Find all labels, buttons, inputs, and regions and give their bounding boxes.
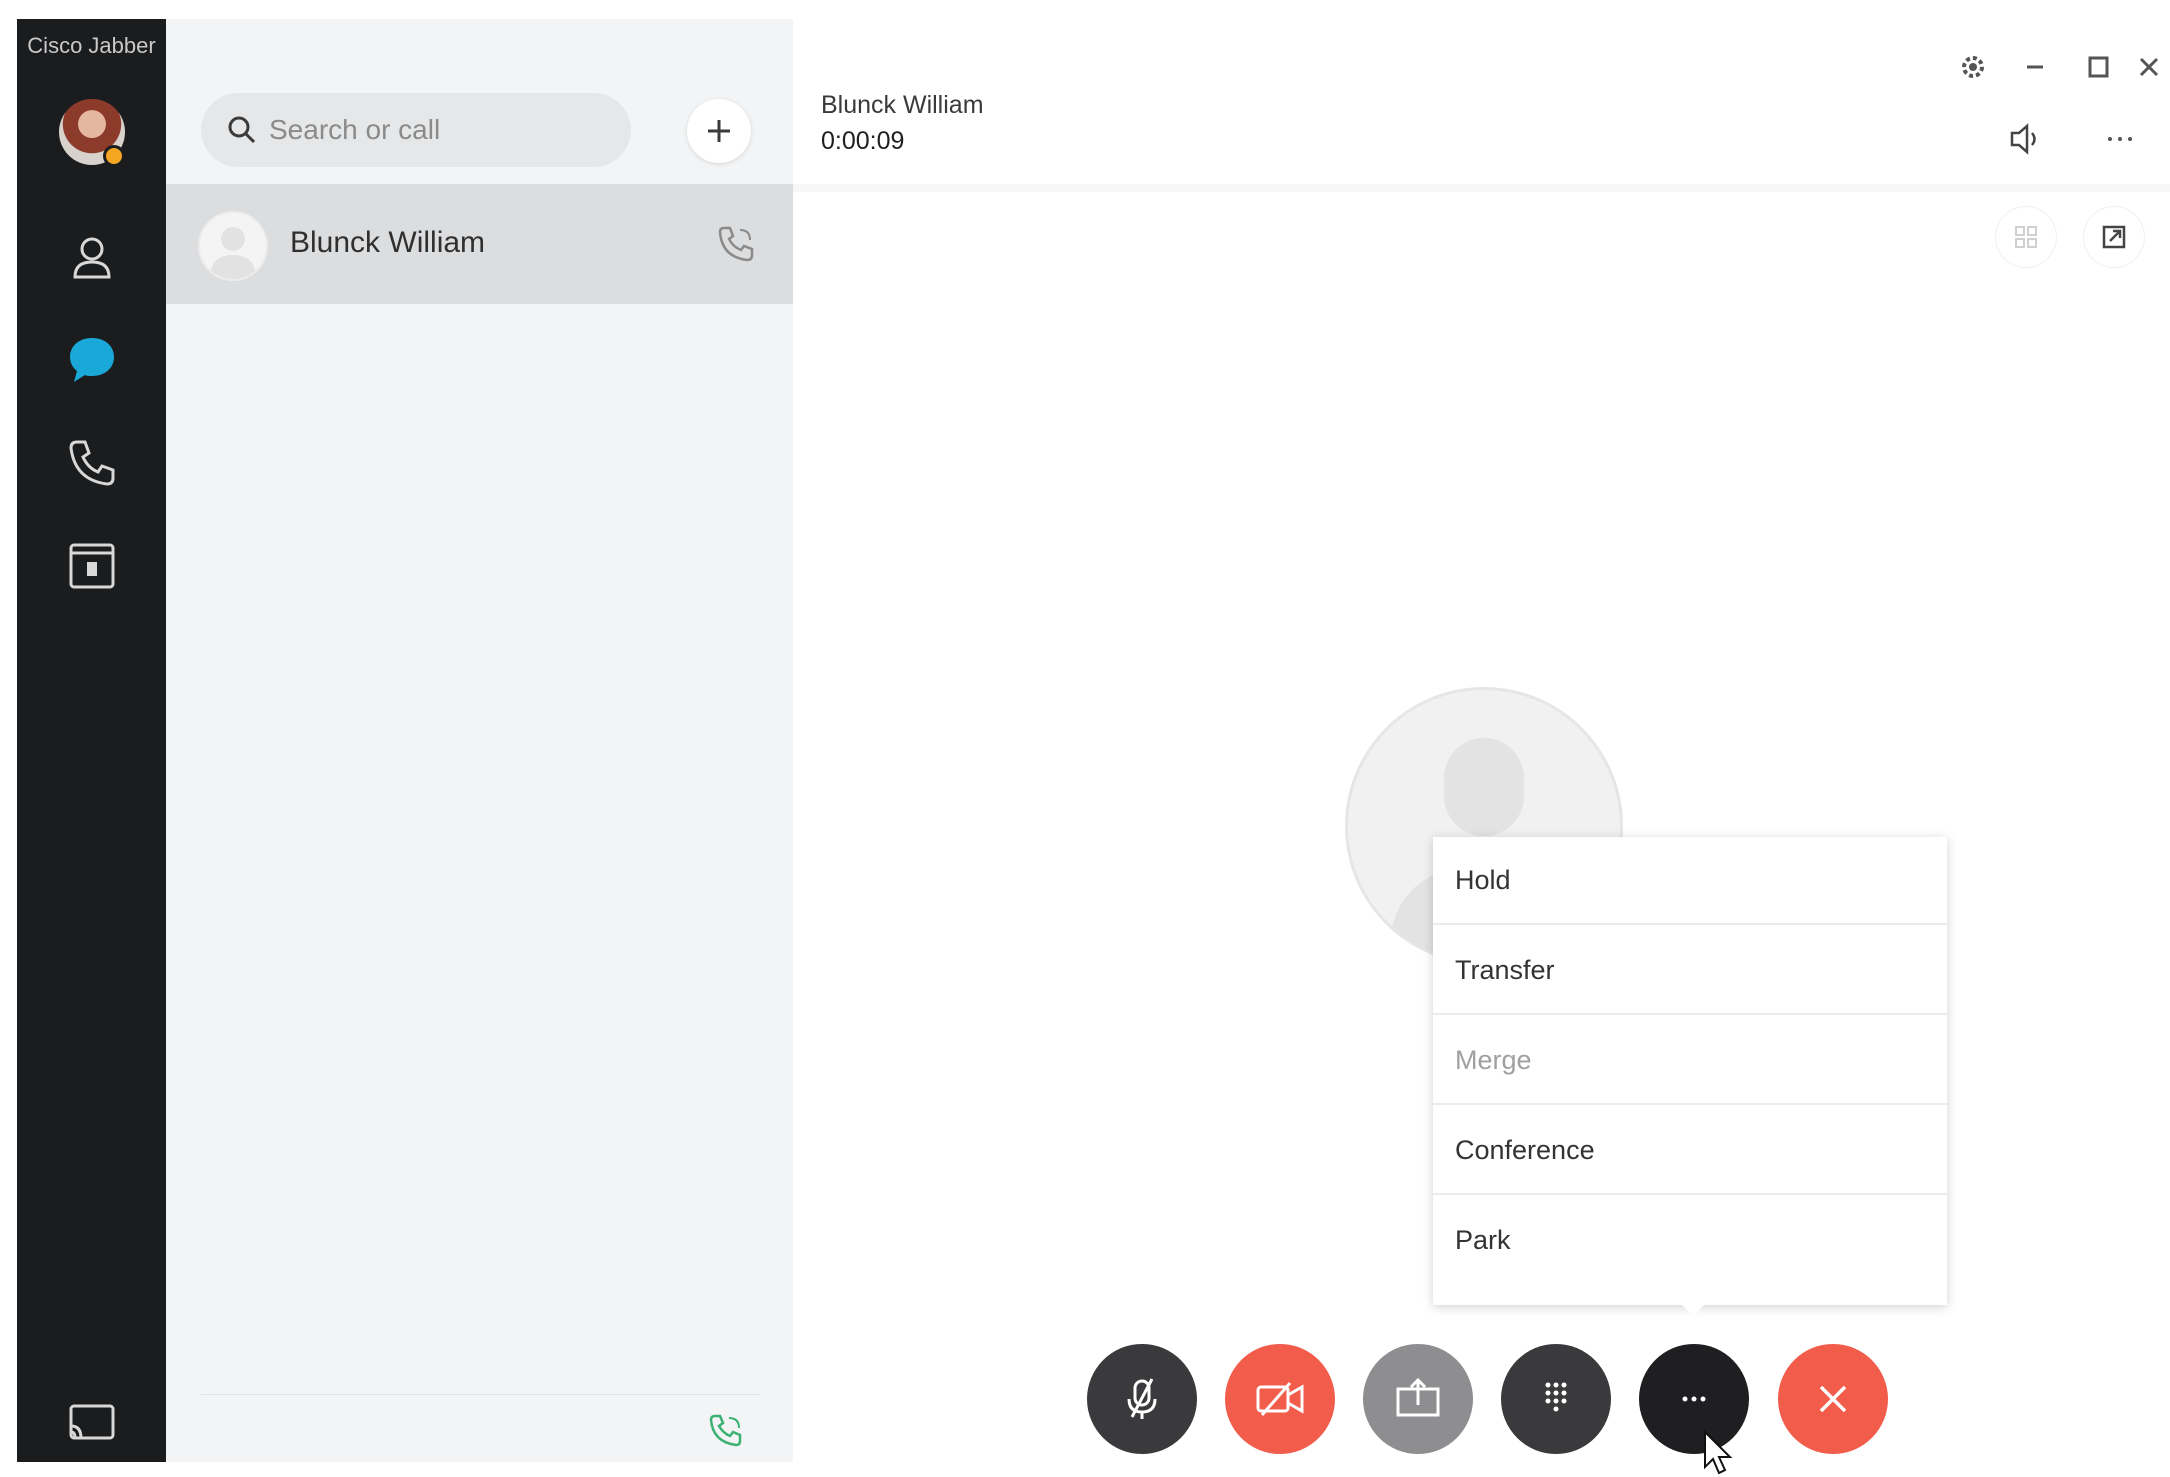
plus-icon	[708, 120, 730, 142]
menu-pointer	[1681, 1304, 1705, 1316]
menu-item-label: Hold	[1455, 865, 1511, 895]
menu-item-label: Merge	[1455, 1045, 1532, 1075]
navigation-rail: Cisco Jabber	[17, 19, 166, 1462]
call-window: Blunck William 0:00:09 Hold Transfer Mer…	[793, 19, 2170, 1475]
mute-button[interactable]	[1087, 1344, 1197, 1454]
call-options-menu: Hold Transfer Merge Conference Park	[1433, 837, 1947, 1305]
menu-item-label: Conference	[1455, 1135, 1595, 1165]
close-icon[interactable]	[2129, 47, 2169, 87]
call-participant-name: Blunck William	[821, 91, 984, 119]
menu-item-transfer[interactable]: Transfer	[1433, 927, 1947, 1015]
minimize-icon[interactable]	[2015, 47, 2055, 87]
conversation-list-pane: Blunck William	[166, 19, 793, 1462]
search-box[interactable]	[201, 93, 631, 167]
presence-status-icon	[103, 145, 125, 167]
close-icon	[1819, 1385, 1847, 1413]
phone-icon[interactable]	[63, 434, 121, 492]
grid-layout-icon	[2015, 226, 2037, 248]
header-divider	[793, 184, 2170, 192]
contact-name: Blunck William	[290, 226, 486, 259]
phone-icon	[718, 226, 754, 262]
video-button[interactable]	[1225, 1344, 1335, 1454]
popout-icon	[2102, 225, 2126, 249]
app-title: Cisco Jabber	[27, 33, 156, 58]
video-off-icon	[1256, 1382, 1304, 1416]
chat-bubble-icon[interactable]	[63, 331, 121, 389]
menu-item-hold[interactable]: Hold	[1433, 837, 1947, 925]
keypad-button[interactable]	[1501, 1344, 1611, 1454]
menu-item-label: Park	[1455, 1225, 1511, 1255]
end-call-button[interactable]	[1778, 1344, 1888, 1454]
contact-avatar	[198, 211, 268, 281]
maximize-icon[interactable]	[2078, 47, 2118, 87]
call-timer: 0:00:09	[821, 127, 905, 155]
speaker-icon[interactable]	[2004, 117, 2048, 161]
more-horizontal-icon[interactable]	[2098, 117, 2142, 161]
contacts-icon[interactable]	[63, 229, 121, 287]
gear-icon[interactable]	[1953, 47, 1993, 87]
active-call-item[interactable]: Blunck William	[166, 184, 793, 304]
phone-icon[interactable]	[706, 1411, 746, 1451]
menu-item-merge: Merge	[1433, 1017, 1947, 1105]
menu-item-conference[interactable]: Conference	[1433, 1107, 1947, 1195]
add-button[interactable]	[687, 99, 751, 163]
menu-item-label: Transfer	[1455, 955, 1555, 985]
share-screen-button[interactable]	[1363, 1344, 1473, 1454]
search-icon	[228, 116, 256, 144]
share-screen-icon	[1396, 1377, 1440, 1417]
layout-button[interactable]	[1995, 206, 2057, 268]
keypad-icon	[1545, 1382, 1567, 1412]
menu-item-park[interactable]: Park	[1433, 1197, 1947, 1285]
popout-button[interactable]	[2083, 206, 2145, 268]
cast-icon[interactable]	[63, 1394, 121, 1452]
divider	[201, 1394, 761, 1395]
search-input[interactable]	[269, 93, 609, 167]
calendar-icon[interactable]	[63, 537, 121, 595]
mouse-cursor-icon	[1704, 1429, 1733, 1475]
more-horizontal-icon	[1682, 1396, 1706, 1402]
microphone-icon	[1127, 1378, 1157, 1419]
